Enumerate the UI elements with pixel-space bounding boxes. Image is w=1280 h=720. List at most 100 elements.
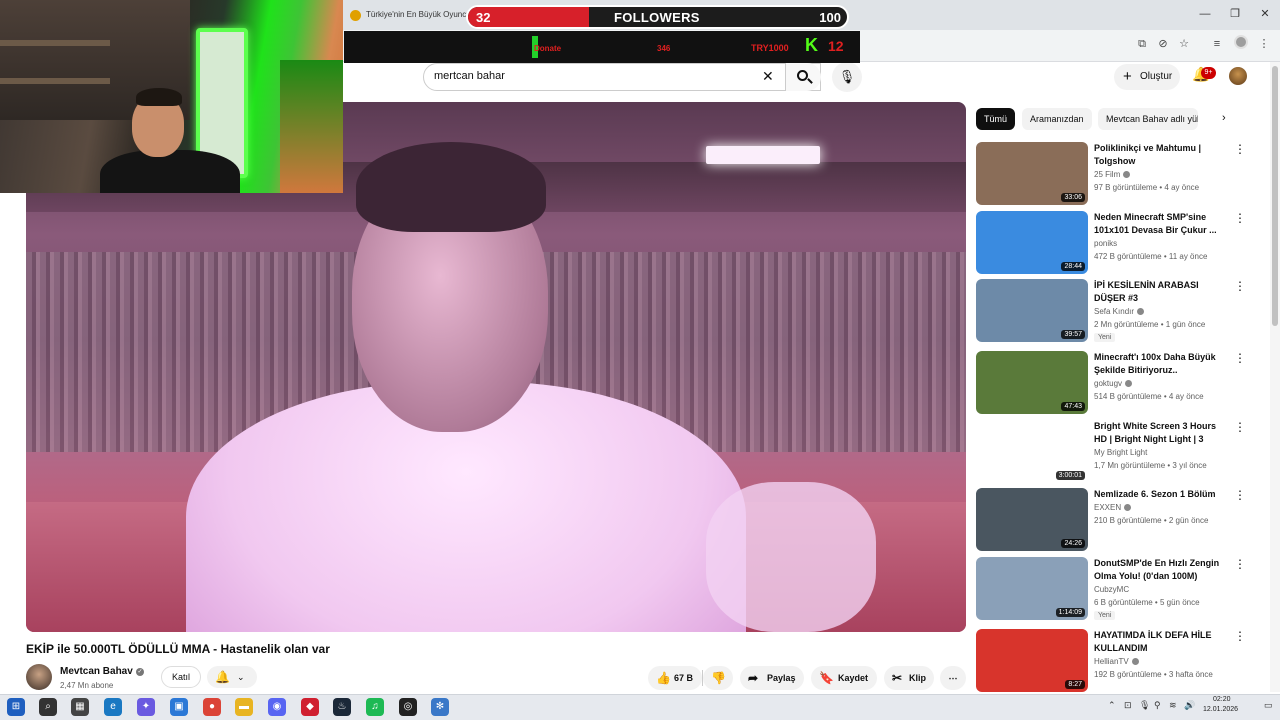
bookmark-star-icon[interactable]: ☆ — [1176, 36, 1192, 52]
more-actions-button[interactable]: ⋯ — [940, 666, 966, 690]
maximize-button[interactable]: ❐ — [1220, 6, 1250, 24]
obs-icon[interactable]: ◎ — [399, 698, 417, 716]
tray-network-icon[interactable]: ⊡ — [1124, 700, 1132, 711]
video-thumbnail[interactable]: 28:44 — [976, 211, 1088, 274]
video-thumbnail[interactable]: 3:00:01 — [976, 420, 1088, 483]
minimize-button[interactable]: — — [1190, 6, 1220, 24]
recommendation-item[interactable]: 3:00:01 Bright White Screen 3 Hours HD | … — [976, 420, 1266, 484]
more-options-icon[interactable]: ⋮ — [1234, 420, 1246, 434]
close-window-button[interactable]: ✕ — [1250, 6, 1280, 24]
settings-app-icon[interactable]: ✻ — [431, 698, 449, 716]
join-button[interactable]: Katıl — [161, 666, 201, 688]
video-thumbnail[interactable]: 47:43 — [976, 351, 1088, 414]
task-view-icon[interactable]: ▦ — [71, 698, 89, 716]
more-options-icon[interactable]: ⋮ — [1234, 629, 1246, 643]
reading-list-icon[interactable]: ≡ — [1209, 36, 1225, 52]
recommendation-item[interactable]: 24:26 Nemlizade 6. Sezon 1 Bölüm EXXEN 210 … — [976, 488, 1266, 552]
recommendation-item[interactable]: 33:06 Poliklinikçi ve Mahtumu | Tolgshow 2… — [976, 142, 1266, 206]
recommendation-title[interactable]: Neden Minecraft SMP'sine 101x101 Devasa … — [1094, 211, 1226, 237]
video-thumbnail[interactable]: 24:26 — [976, 488, 1088, 551]
more-options-icon[interactable]: ⋮ — [1234, 279, 1246, 293]
verified-check-icon — [1137, 308, 1145, 315]
notification-center-icon[interactable]: ▭ — [1264, 700, 1273, 711]
save-button[interactable]: 🔖 Kaydet — [811, 666, 877, 690]
chip-from-search[interactable]: Aramanızdan — [1022, 108, 1092, 130]
recommendation-item[interactable]: 39:57 İPİ KESİLENİN ARABASI DÜŞER #3 Sefa … — [976, 279, 1266, 343]
more-options-icon[interactable]: ⋮ — [1234, 488, 1246, 502]
webcam-shelf — [0, 78, 110, 84]
more-options-icon[interactable]: ⋮ — [1234, 351, 1246, 365]
tray-volume-icon[interactable]: 🔊 — [1184, 700, 1195, 711]
followers-label: FOLLOWERS — [614, 10, 700, 25]
scrollbar-thumb[interactable] — [1272, 66, 1278, 326]
recommendation-item[interactable]: 8:27 HAYATIMDA İLK DEFA HİLE KULLANDIM Hel… — [976, 629, 1266, 693]
video-duration: 8:27 — [1065, 680, 1085, 689]
recommendation-channel[interactable]: 25 Film — [1094, 170, 1131, 179]
clock-date[interactable]: 12.01.2026 — [1203, 706, 1238, 713]
video-thumbnail[interactable]: 33:06 — [976, 142, 1088, 205]
recommendation-title[interactable]: Minecraft'ı 100x Daha Büyük Şekilde Biti… — [1094, 351, 1226, 377]
eye-off-icon[interactable]: ⊘ — [1155, 36, 1171, 52]
donate-number: 346 — [657, 44, 671, 53]
recommendation-channel[interactable]: goktugv — [1094, 379, 1133, 388]
search-button[interactable] — [785, 63, 821, 91]
recommendation-title[interactable]: Poliklinikçi ve Mahtumu | Tolgshow — [1094, 142, 1226, 168]
recommendation-title[interactable]: Bright White Screen 3 Hours HD | Bright … — [1094, 420, 1226, 446]
recommendation-channel[interactable]: Sefa Kındır — [1094, 307, 1145, 316]
recommendation-item[interactable]: 47:43 Minecraft'ı 100x Daha Büyük Şekilde… — [976, 351, 1266, 415]
start-icon[interactable]: ⊞ — [7, 698, 25, 716]
steam-icon[interactable]: ♨ — [333, 698, 351, 716]
clear-search-icon[interactable]: ✕ — [762, 68, 774, 85]
share-button[interactable]: ➦ Paylaş — [740, 666, 804, 690]
clock-time[interactable]: 02:20 — [1213, 696, 1231, 703]
spotify-icon[interactable]: ♫ — [366, 698, 384, 716]
more-options-icon[interactable]: ⋮ — [1234, 211, 1246, 225]
recommendation-title[interactable]: DonutSMP'de En Hızlı Zengin Olma Yolu! (… — [1094, 557, 1226, 583]
tray-chevron-up-icon[interactable]: ⌃ — [1108, 700, 1116, 711]
recommendation-channel[interactable]: poniks — [1094, 239, 1117, 248]
discord-icon[interactable]: ◉ — [268, 698, 286, 716]
browser-menu-icon[interactable]: ⋮ — [1256, 36, 1272, 52]
tray-usb-icon[interactable]: ⚲ — [1154, 700, 1161, 711]
chevron-right-icon[interactable]: › — [1222, 112, 1226, 124]
account-avatar[interactable] — [1229, 67, 1247, 85]
chrome-icon[interactable]: ● — [203, 698, 221, 716]
browser-profile-avatar[interactable] — [1234, 35, 1248, 49]
subscription-bell-button[interactable]: 🔔 ⌄ — [207, 666, 257, 688]
more-options-icon[interactable]: ⋮ — [1234, 557, 1246, 571]
recommendation-title[interactable]: Nemlizade 6. Sezon 1 Bölüm — [1094, 488, 1226, 501]
store-icon[interactable]: ▣ — [170, 698, 188, 716]
channel-name[interactable]: Mevtcan Bahav — [60, 666, 133, 677]
tray-mic-icon[interactable]: 🎙 — [1139, 700, 1150, 711]
video-thumbnail[interactable]: 1:14:09 — [976, 557, 1088, 620]
cast-icon[interactable]: ⧉ — [1134, 36, 1150, 52]
recommendation-meta: 210 B görüntüleme • 2 gün önce — [1094, 516, 1209, 525]
recommendation-channel[interactable]: EXXEN — [1094, 503, 1132, 512]
recommendation-channel[interactable]: My Bright Light — [1094, 448, 1147, 457]
recommendation-channel[interactable]: CubzyMC — [1094, 585, 1129, 594]
voice-search-mic-icon[interactable]: 🎙 — [832, 62, 862, 92]
recommendation-channel[interactable]: HellianTV — [1094, 657, 1139, 666]
dislike-button[interactable]: 👎 — [703, 666, 733, 690]
chip-all[interactable]: Tümü — [976, 108, 1016, 130]
recommendation-item[interactable]: 28:44 Neden Minecraft SMP'sine 101x101 De… — [976, 211, 1266, 275]
recommendation-title[interactable]: İPİ KESİLENİN ARABASI DÜŞER #3 — [1094, 279, 1226, 305]
search-icon[interactable]: ⌕ — [39, 698, 57, 716]
video-thumbnail[interactable]: 39:57 — [976, 279, 1088, 342]
edge-icon[interactable]: e — [104, 698, 122, 716]
like-button[interactable]: 👍 67 B — [648, 666, 702, 690]
channel-avatar[interactable] — [26, 664, 52, 690]
more-options-icon[interactable]: ⋮ — [1234, 142, 1246, 156]
donate-label: Donate — [534, 44, 562, 53]
recommendation-item[interactable]: 1:14:09 DonutSMP'de En Hızlı Zengin Olma … — [976, 557, 1266, 621]
chip-from-uploader[interactable]: Mevtcan Bahav adlı yükleyiciden — [1098, 108, 1198, 130]
tray-wifi-icon[interactable]: ≋ — [1169, 700, 1177, 711]
recommendation-title[interactable]: HAYATIMDA İLK DEFA HİLE KULLANDIM — [1094, 629, 1226, 655]
copilot-icon[interactable]: ✦ — [137, 698, 155, 716]
app-red-icon[interactable]: ◆ — [301, 698, 319, 716]
search-query[interactable]: mertcan bahar — [434, 70, 505, 82]
create-button[interactable]: + Oluştur — [1114, 64, 1180, 90]
explorer-icon[interactable]: ▬ — [235, 698, 253, 716]
video-thumbnail[interactable]: 8:27 — [976, 629, 1088, 692]
clip-button[interactable]: ✂ Klip — [884, 666, 934, 690]
